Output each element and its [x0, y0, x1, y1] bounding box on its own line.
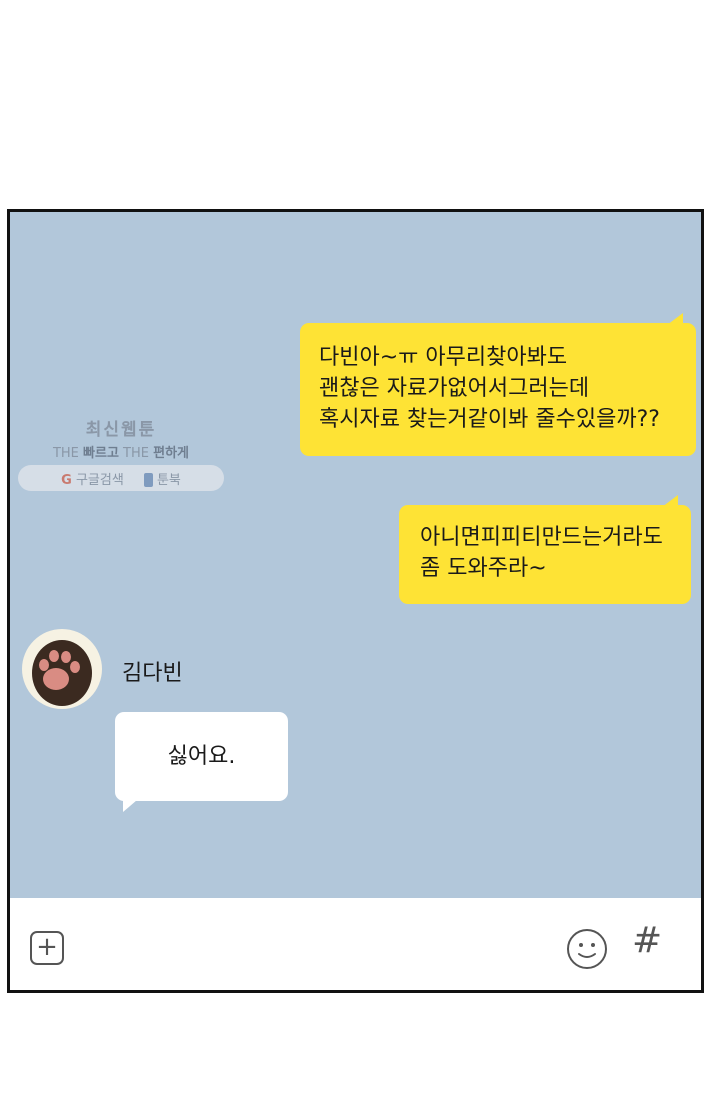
bubble-tail [667, 313, 683, 325]
message-line: 싫어요. [167, 744, 236, 769]
outgoing-message[interactable]: 다빈아~ㅠ 아무리찾아봐도 괜찮은 자료가없어서그러는데 혹시자료 찾는거같이봐… [300, 323, 696, 456]
watermark-subtitle: THE 빠르고 THE 편하게 [18, 442, 224, 461]
cat-paw-avatar-icon[interactable] [22, 629, 102, 709]
watermark-pill: G 구글검색 툰북 [18, 465, 224, 491]
watermark-brand-label: 툰북 [156, 472, 181, 488]
outgoing-message[interactable]: 아니면피피티만드는거라도 좀 도와주라~ [399, 505, 691, 604]
message-line: 좀 도와주라~ [420, 556, 547, 581]
book-icon [143, 473, 153, 487]
sender-name: 김다빈 [122, 661, 183, 686]
smiley-icon[interactable] [566, 928, 608, 970]
watermark-search-label: 구글검색 [75, 472, 124, 488]
hashtag-search-button[interactable]: # [632, 920, 662, 961]
chat-window: 최신웹툰 THE 빠르고 THE 편하게 G 구글검색 툰북 다빈아~ㅠ 아무리… [7, 209, 704, 993]
watermark-title: 최신웹툰 [85, 420, 157, 440]
google-icon: G [61, 472, 72, 488]
watermark: 최신웹툰 THE 빠르고 THE 편하게 G 구글검색 툰북 [18, 415, 224, 491]
message-line: 괜찮은 자료가없어서그러는데 [319, 376, 590, 401]
watermark-sub-part: THE [118, 446, 154, 461]
watermark-search: G 구글검색 [61, 469, 124, 488]
incoming-message[interactable]: 싫어요. [115, 712, 288, 801]
message-line: 아니면피피티만드는거라도 [420, 525, 663, 550]
watermark-sub-part: 빠르고 [83, 446, 119, 461]
bubble-tail [123, 800, 137, 812]
watermark-sub-part: 편하게 [153, 446, 190, 461]
input-bar: + # [10, 898, 701, 990]
watermark-brand: 툰북 [143, 469, 181, 488]
message-line: 다빈아~ㅠ 아무리찾아봐도 [319, 345, 568, 370]
watermark-sub-part: THE [52, 446, 84, 461]
message-line: 혹시자료 찾는거같이봐 줄수있을까?? [319, 407, 660, 432]
add-attachment-button[interactable]: + [30, 931, 64, 965]
bubble-tail [662, 495, 678, 507]
